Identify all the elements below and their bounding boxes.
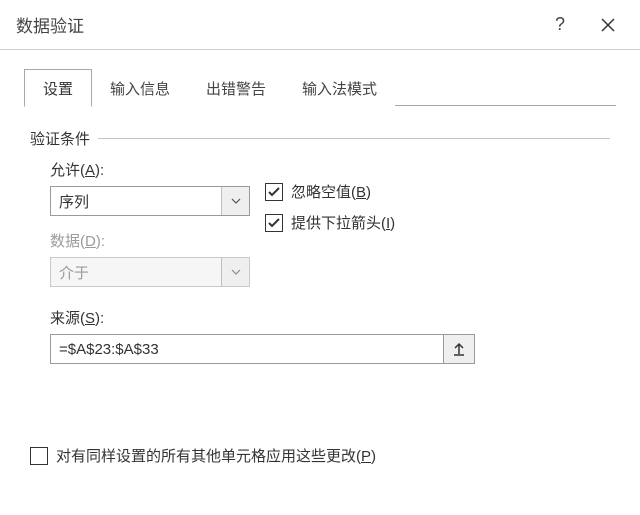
allow-value: 序列 bbox=[51, 187, 221, 215]
range-picker-button[interactable] bbox=[443, 334, 475, 364]
checkbox-icon bbox=[265, 183, 283, 201]
checkbox-icon bbox=[265, 214, 283, 232]
allow-label: 允许(A): bbox=[50, 159, 265, 180]
tab-ime[interactable]: 输入法模式 bbox=[284, 69, 395, 107]
tab-bar: 设置 输入信息 出错警告 输入法模式 bbox=[24, 68, 616, 106]
help-button[interactable]: ? bbox=[536, 5, 584, 45]
allow-dropdown-button[interactable] bbox=[221, 187, 249, 215]
settings-panel: 验证条件 允许(A): 序列 数据(D): bbox=[24, 106, 616, 364]
close-icon bbox=[601, 18, 615, 32]
window-title: 数据验证 bbox=[16, 12, 536, 37]
validation-group-label: 验证条件 bbox=[30, 128, 610, 149]
allow-combo[interactable]: 序列 bbox=[50, 186, 250, 216]
tab-settings[interactable]: 设置 bbox=[24, 69, 92, 107]
data-label: 数据(D): bbox=[50, 230, 265, 251]
checkbox-icon bbox=[30, 447, 48, 465]
data-combo: 介于 bbox=[50, 257, 250, 287]
in-cell-dropdown-checkbox[interactable]: 提供下拉箭头(I) bbox=[265, 212, 395, 233]
close-button[interactable] bbox=[584, 5, 632, 45]
titlebar: 数据验证 ? bbox=[0, 0, 640, 50]
chevron-down-icon bbox=[231, 198, 241, 204]
chevron-down-icon bbox=[231, 269, 241, 275]
ignore-blank-checkbox[interactable]: 忽略空值(B) bbox=[265, 181, 395, 202]
source-label: 来源(S): bbox=[50, 307, 610, 328]
tab-error-alert[interactable]: 出错警告 bbox=[188, 69, 284, 107]
source-input[interactable]: =$A$23:$A$33 bbox=[50, 334, 475, 364]
data-value: 介于 bbox=[51, 258, 221, 286]
tab-input-message[interactable]: 输入信息 bbox=[92, 69, 188, 107]
source-value: =$A$23:$A$33 bbox=[51, 335, 443, 363]
data-dropdown-button bbox=[221, 258, 249, 286]
range-picker-icon bbox=[452, 342, 466, 356]
apply-all-checkbox[interactable]: 对有同样设置的所有其他单元格应用这些更改(P) bbox=[30, 445, 376, 466]
